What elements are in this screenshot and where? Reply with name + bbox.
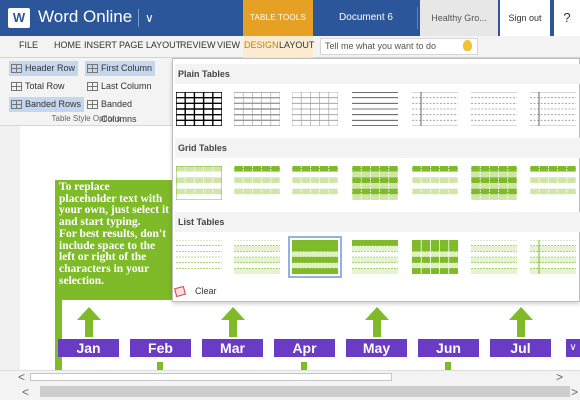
tab-home[interactable]: HOME: [54, 40, 81, 50]
month-label: May: [346, 339, 407, 357]
tab-review[interactable]: REVIEW: [180, 40, 216, 50]
header-row-checkbox[interactable]: Header Row: [9, 61, 79, 76]
plain-table-2[interactable]: [234, 92, 280, 126]
list-table-2[interactable]: [234, 240, 280, 274]
section-plain-tables: Plain Tables: [175, 64, 580, 84]
clear-label: Clear: [195, 286, 217, 296]
section-grid-tables: Grid Tables: [175, 138, 580, 158]
clear-table-style-button[interactable]: Clear: [174, 285, 217, 298]
month-label: Mar: [202, 339, 263, 357]
app-menu-chevron-icon[interactable]: ∨: [138, 9, 154, 27]
plain-table-7[interactable]: [530, 92, 576, 126]
section-list-tables: List Tables: [175, 212, 580, 232]
list-table-4[interactable]: [352, 240, 398, 274]
placeholder-text-box[interactable]: To replace placeholder text with your ow…: [55, 180, 172, 300]
tab-layout[interactable]: LAYOUT: [279, 40, 314, 50]
down-connector: [445, 362, 451, 370]
list-table-1[interactable]: [176, 240, 222, 274]
help-icon[interactable]: ?: [554, 0, 580, 36]
up-arrow-icon: [365, 307, 389, 337]
page-scroll-left-icon[interactable]: <: [22, 385, 29, 399]
timeline-bar: [55, 300, 62, 370]
up-arrow-icon: [77, 307, 101, 337]
plain-table-1[interactable]: [176, 92, 222, 126]
placeholder-line: For best results, don't: [59, 227, 166, 240]
sign-out-link[interactable]: Sign out: [500, 0, 550, 36]
lightbulb-icon: [463, 40, 472, 51]
scroll-left-arrow-icon[interactable]: <: [18, 370, 25, 384]
list-table-7[interactable]: [530, 240, 576, 274]
group-label: Table Style Options: [51, 114, 121, 123]
ribbon-tabs: FILE HOME INSERT PAGE LAYOUT REVIEW VIEW…: [0, 36, 580, 58]
tab-file[interactable]: FILE: [19, 40, 38, 50]
banded-rows-checkbox[interactable]: Banded Rows: [9, 97, 85, 112]
month-label: Jun: [418, 339, 479, 357]
table-grid-icon: [87, 82, 98, 91]
down-connector: [301, 362, 307, 370]
grid-table-7[interactable]: [530, 166, 576, 200]
table-grid-icon: [11, 100, 22, 109]
month-label: Apr: [274, 339, 335, 357]
scroll-right-arrow-icon[interactable]: >: [556, 370, 563, 384]
page-scroll-thumb[interactable]: [40, 386, 570, 397]
tab-page-layout[interactable]: PAGE LAYOUT: [119, 40, 181, 50]
first-column-checkbox[interactable]: First Column: [85, 61, 156, 76]
table-style-options-group: Header Row First Column Total Row Last C…: [0, 58, 172, 126]
tell-me-search-input[interactable]: Tell me what you want to do: [320, 38, 478, 55]
table-grid-icon: [87, 64, 98, 73]
option-label: Header Row: [25, 63, 76, 73]
table-grid-icon: [11, 64, 22, 73]
placeholder-line: To replace: [59, 181, 110, 193]
banded-columns-checkbox[interactable]: Banded Columns: [85, 97, 172, 124]
grid-table-2[interactable]: [234, 166, 280, 200]
grid-table-5[interactable]: [412, 166, 458, 200]
grid-table-1[interactable]: [176, 166, 222, 200]
list-table-5[interactable]: [412, 240, 458, 274]
tab-view[interactable]: VIEW: [217, 40, 240, 50]
tab-design[interactable]: DESIGN: [244, 40, 279, 50]
option-label: Last Column: [101, 81, 152, 91]
document-name[interactable]: Document 6: [314, 0, 418, 36]
option-label: Total Row: [25, 81, 65, 91]
table-tools-context-label: TABLE TOOLS: [243, 0, 313, 36]
total-row-checkbox[interactable]: Total Row: [9, 79, 68, 94]
tab-insert[interactable]: INSERT: [84, 40, 117, 50]
app-name: Word Online: [38, 7, 133, 26]
plain-table-5[interactable]: [412, 92, 458, 126]
eraser-icon: [174, 285, 186, 298]
placeholder-line: characters in your: [59, 262, 150, 275]
option-label: Banded Rows: [25, 99, 82, 109]
month-partial: ∨: [566, 339, 580, 357]
list-table-6[interactable]: [471, 240, 517, 274]
plain-table-4[interactable]: [352, 92, 398, 126]
grid-table-3[interactable]: [292, 166, 338, 200]
user-account[interactable]: Healthy Gro...: [420, 0, 498, 36]
month-label: Jan: [58, 339, 119, 357]
option-label: First Column: [101, 63, 153, 73]
word-online-window: W Word Online ∨ TABLE TOOLS Document 6 H…: [0, 0, 580, 400]
list-table-3[interactable]: [288, 236, 342, 278]
word-logo-icon[interactable]: W: [8, 8, 30, 28]
up-arrow-icon: [221, 307, 245, 337]
month-label: Feb: [130, 339, 191, 357]
page-scroll-right-icon[interactable]: >: [571, 385, 578, 399]
table-grid-icon: [87, 100, 98, 109]
up-arrow-icon: [509, 307, 533, 337]
last-column-checkbox[interactable]: Last Column: [85, 79, 155, 94]
plain-table-3[interactable]: [292, 92, 338, 126]
horizontal-scroll-thumb[interactable]: [30, 373, 392, 381]
grid-table-6[interactable]: [471, 166, 517, 200]
placeholder-line: selection.: [59, 274, 105, 287]
month-label: Jul: [490, 339, 551, 357]
down-connector: [157, 362, 163, 370]
table-grid-icon: [11, 82, 22, 91]
title-bar: W Word Online ∨ TABLE TOOLS Document 6 H…: [0, 0, 580, 36]
plain-table-6[interactable]: [471, 92, 517, 126]
grid-table-4[interactable]: [352, 166, 398, 200]
